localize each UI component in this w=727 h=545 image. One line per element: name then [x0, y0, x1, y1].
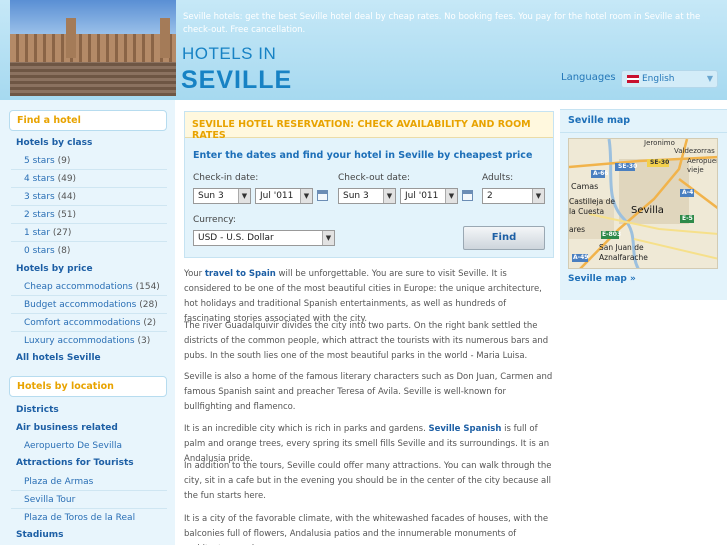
- find-button[interactable]: Find: [463, 226, 545, 250]
- checkin-day-select[interactable]: Sun 3 ▼: [193, 188, 251, 204]
- content-paragraph-3: Seville is also a home of the famous lit…: [184, 372, 553, 412]
- languages-label: Languages: [561, 72, 616, 83]
- left-sidebar: Find a hotel Hotels by class 5 stars (9)…: [0, 100, 175, 545]
- sidebar-item-4-stars[interactable]: 4 stars (49): [24, 174, 76, 184]
- language-selected: English: [642, 74, 675, 84]
- sidebar-item-cheap[interactable]: Cheap accommodations (154): [24, 282, 160, 292]
- checkout-label: Check-out date:: [338, 173, 411, 183]
- sidebar-item-sevilla-tour[interactable]: Sevilla Tour: [24, 495, 75, 505]
- chevron-down-icon: ▼: [706, 74, 713, 83]
- sidebar-item-1-star[interactable]: 1 star (27): [24, 228, 71, 238]
- map-panel: Seville map Jeronimo Valdezorras Aeropue…: [560, 109, 727, 300]
- sidebar-item-luxury[interactable]: Luxury accommodations (3): [24, 336, 150, 346]
- reservation-title: SEVILLE HOTEL RESERVATION: CHECK AVAILAB…: [185, 112, 553, 141]
- sidebar-item-comfort[interactable]: Comfort accommodations (2): [24, 318, 156, 328]
- chevron-down-icon: ▼: [532, 189, 544, 203]
- currency-label: Currency:: [193, 215, 236, 225]
- checkin-label: Check-in date:: [193, 173, 259, 183]
- uk-flag-icon: [627, 75, 639, 83]
- reservation-form: SEVILLE HOTEL RESERVATION: CHECK AVAILAB…: [184, 111, 554, 258]
- districts-link[interactable]: Districts: [16, 405, 59, 415]
- attractions-heading[interactable]: Attractions for Tourists: [16, 458, 134, 468]
- calendar-icon[interactable]: [317, 190, 328, 201]
- sidebar-item-0-stars[interactable]: 0 stars (8): [24, 246, 70, 256]
- checkout-month-select[interactable]: Jul '011 ▼: [400, 188, 458, 204]
- chevron-down-icon: ▼: [300, 189, 312, 203]
- sidebar-item-budget[interactable]: Budget accommodations (28): [24, 300, 158, 310]
- site-header: Seville hotels: get the best Seville hot…: [0, 0, 727, 100]
- air-business-heading[interactable]: Air business related: [16, 423, 118, 433]
- travel-to-spain-link[interactable]: travel to Spain: [205, 269, 276, 279]
- seville-spanish-link[interactable]: Seville Spanish: [429, 424, 502, 434]
- calendar-icon[interactable]: [462, 190, 473, 201]
- sidebar-item-aeropuerto[interactable]: Aeropuerto De Sevilla: [24, 441, 122, 451]
- currency-select[interactable]: USD - U.S. Dollar ▼: [193, 230, 335, 246]
- content-paragraph-5: In addition to the tours, Seville could …: [184, 461, 552, 501]
- all-hotels-link[interactable]: All hotels Seville: [16, 353, 101, 363]
- checkout-day-select[interactable]: Sun 3 ▼: [338, 188, 396, 204]
- chevron-down-icon: ▼: [238, 189, 250, 203]
- sidebar-item-plaza-de-armas[interactable]: Plaza de Armas: [24, 477, 93, 487]
- adults-label: Adults:: [482, 173, 514, 183]
- site-title-city[interactable]: SEVILLE: [181, 66, 292, 95]
- chevron-down-icon: ▼: [445, 189, 457, 203]
- sidebar-item-3-stars[interactable]: 3 stars (44): [24, 192, 76, 202]
- stadiums-heading[interactable]: Stadiums: [16, 530, 64, 540]
- header-tagline: Seville hotels: get the best Seville hot…: [183, 12, 701, 35]
- sidebar-item-2-stars[interactable]: 2 stars (51): [24, 210, 76, 220]
- find-hotel-heading[interactable]: Find a hotel: [9, 110, 167, 131]
- hotels-by-location-heading[interactable]: Hotels by location: [9, 376, 167, 397]
- header-photo-plaza-de-espana: [10, 0, 176, 96]
- sidebar-item-5-stars[interactable]: 5 stars (9): [24, 156, 70, 166]
- content-paragraph-6: It is a city of the favorable climate, w…: [184, 514, 549, 545]
- adults-select[interactable]: 2 ▼: [482, 188, 545, 204]
- content-paragraph-1: Your travel to Spain will be unforgettab…: [184, 269, 542, 324]
- checkin-month-select[interactable]: Jul '011 ▼: [255, 188, 313, 204]
- seville-map-link[interactable]: Seville map »: [568, 274, 636, 284]
- content-paragraph-2: The river Guadalquivir divides the city …: [184, 321, 549, 361]
- seville-map-image[interactable]: Jeronimo Valdezorras Aeropuer vieje A-66…: [568, 138, 718, 269]
- language-select[interactable]: English ▼: [621, 70, 718, 88]
- chevron-down-icon: ▼: [383, 189, 395, 203]
- sidebar-item-plaza-de-toros[interactable]: Plaza de Toros de la Real: [24, 513, 135, 523]
- reservation-subtitle: Enter the dates and find your hotel in S…: [193, 150, 533, 161]
- site-title-top[interactable]: HOTELS IN: [182, 44, 276, 64]
- map-title: Seville map: [560, 110, 727, 133]
- chevron-down-icon: ▼: [322, 231, 334, 245]
- hotels-by-price-heading[interactable]: Hotels by price: [16, 264, 93, 274]
- hotels-by-class-heading[interactable]: Hotels by class: [16, 138, 92, 148]
